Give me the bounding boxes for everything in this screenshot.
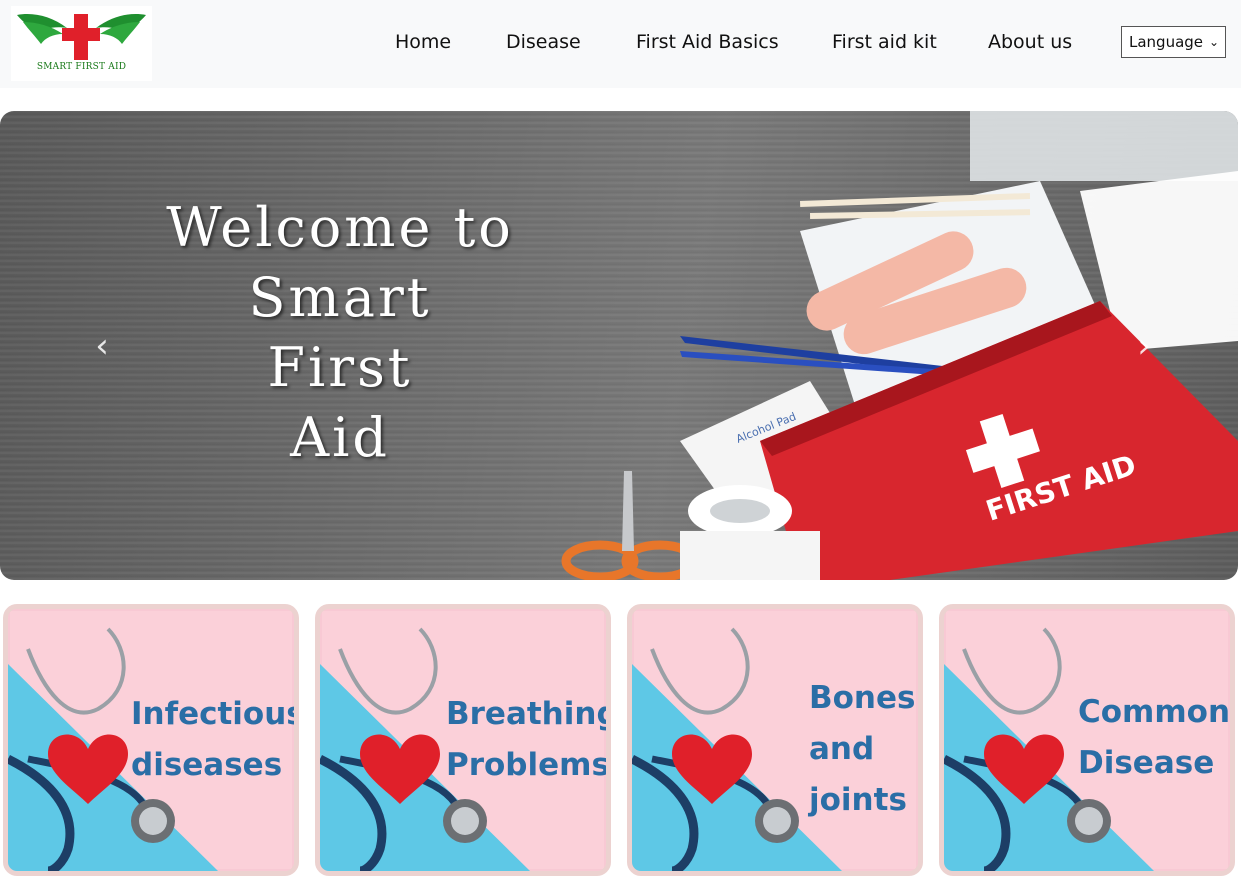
card-title: Bones and joints xyxy=(809,673,915,826)
card-title: Infectious diseases xyxy=(131,689,299,791)
navbar: SMART FIRST AID Home Disease First Aid B… xyxy=(0,0,1241,88)
card-title-line: Breathing xyxy=(446,696,611,732)
card-breathing-problems[interactable]: Breathing Problems xyxy=(315,604,611,876)
chevron-down-icon: ⌄ xyxy=(1208,35,1219,49)
card-common-disease[interactable]: Common Disease xyxy=(939,604,1235,876)
card-title-line: and xyxy=(809,731,875,767)
hero-title-line: Aid xyxy=(290,406,390,469)
card-title-line: diseases xyxy=(131,747,283,783)
carousel-prev-icon[interactable]: ‹ xyxy=(87,326,117,366)
card-infectious-diseases[interactable]: Infectious diseases xyxy=(3,604,299,876)
hero-title-line: First xyxy=(267,336,413,399)
carousel-next-icon[interactable]: › xyxy=(1129,326,1159,366)
nav-first-aid-kit[interactable]: First aid kit xyxy=(832,31,937,53)
nav-about-us[interactable]: About us xyxy=(988,31,1072,53)
hero-title-line: Smart xyxy=(248,266,432,329)
site-logo[interactable]: SMART FIRST AID xyxy=(11,6,152,81)
language-select-value: Language xyxy=(1129,33,1204,51)
nav-disease[interactable]: Disease xyxy=(506,31,581,53)
card-title-line: Disease xyxy=(1078,745,1215,781)
card-title-line: Problems xyxy=(446,747,610,783)
card-bones-and-joints[interactable]: Bones and joints xyxy=(627,604,923,876)
logo-wings-cross-icon xyxy=(17,14,146,60)
hero-carousel: Alcohol Pad FIRST AID Welcome to Smart F… xyxy=(0,111,1238,580)
card-title: Common Disease xyxy=(1078,687,1230,789)
hero-title-line: Welcome to xyxy=(166,196,514,259)
logo-text: SMART FIRST AID xyxy=(36,62,127,72)
card-title-line: Infectious xyxy=(131,696,299,732)
nav-home[interactable]: Home xyxy=(395,31,451,53)
card-title: Breathing Problems xyxy=(446,689,611,791)
card-title-line: Common xyxy=(1078,694,1231,730)
hero-title: Welcome to Smart First Aid xyxy=(60,193,620,473)
nav-first-aid-basics[interactable]: First Aid Basics xyxy=(636,31,779,53)
card-title-line: Bones xyxy=(809,680,916,716)
card-title-line: joints xyxy=(809,782,907,818)
language-select[interactable]: Language ⌄ xyxy=(1121,26,1226,58)
